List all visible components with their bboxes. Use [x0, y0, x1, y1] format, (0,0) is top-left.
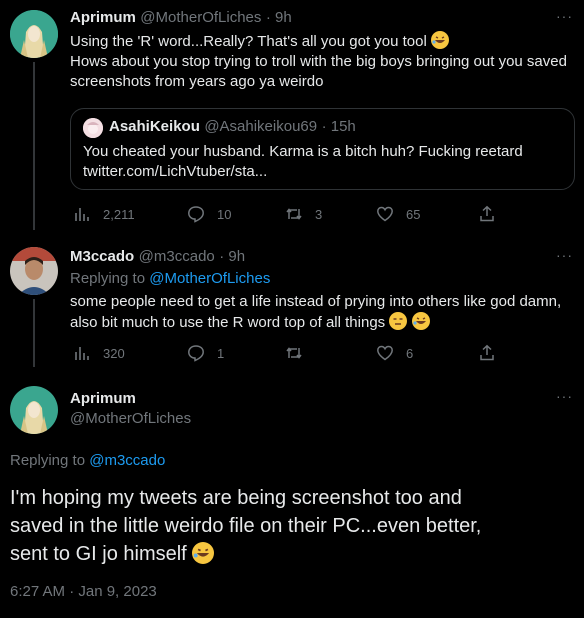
display-name[interactable]: Aprimum	[70, 390, 136, 407]
like-button[interactable]: 65	[376, 205, 420, 223]
thread-connector	[33, 299, 35, 367]
reply-count: 1	[217, 345, 225, 361]
reply-button[interactable]: 10	[187, 205, 231, 223]
tweet-text-line: I'm hoping my tweets are being screensho…	[10, 487, 462, 509]
retweet-icon	[286, 347, 302, 359]
views-icon	[75, 347, 89, 360]
timestamp[interactable]: · 9h	[219, 248, 245, 265]
like-count: 65	[406, 206, 421, 222]
handle[interactable]: @m3ccado	[139, 248, 215, 265]
views-button[interactable]: 2,211	[73, 205, 135, 223]
heart-icon	[377, 345, 393, 361]
share-icon	[480, 344, 494, 361]
timestamp[interactable]: · 9h	[266, 9, 292, 26]
share-icon	[480, 205, 494, 222]
more-options-button[interactable]: ···	[556, 8, 573, 24]
tweet2-text: some people need to get a life instead o…	[70, 292, 582, 333]
retweet-button[interactable]: 3	[285, 205, 322, 223]
reply-count: 10	[217, 206, 232, 222]
replying-prefix: Replying to	[10, 452, 86, 469]
avatar-aprimum[interactable]	[10, 10, 58, 58]
share-button[interactable]	[478, 344, 508, 362]
tweet1-header: Aprimum @MotherOfLiches · 9h	[70, 9, 292, 27]
replying-prefix: Replying to	[70, 270, 146, 287]
reply-button[interactable]: 1	[187, 344, 224, 362]
rolling-laughing-emoji	[411, 312, 430, 330]
handle[interactable]: @MotherOfLiches	[140, 9, 261, 26]
tweet-text-line: saved in the little weirdo file on their…	[10, 515, 482, 537]
views-count: 2,211	[103, 206, 135, 222]
post-timestamp[interactable]: 6:27 AM · Jan 9, 2023	[10, 583, 157, 600]
retweet-icon	[286, 208, 302, 220]
avatar-image	[10, 247, 58, 295]
reply-icon	[188, 345, 204, 362]
rolling-laughing-emoji	[192, 542, 215, 564]
quoted-display-name: AsahiKeikou	[109, 118, 200, 135]
like-button[interactable]: 6	[376, 344, 413, 362]
replying-to: Replying to @MotherOfLiches	[70, 270, 270, 287]
display-name[interactable]: M3ccado	[70, 248, 134, 265]
views-button[interactable]: 320	[73, 344, 125, 362]
avatar-m3ccado[interactable]	[10, 247, 58, 295]
thread-connector	[33, 62, 35, 230]
tweet-text-line: some people need to get a life instead o…	[70, 293, 562, 310]
tweet2-header: M3ccado @m3ccado · 9h	[70, 248, 245, 266]
like-count: 6	[406, 345, 414, 361]
main-tweet-text: I'm hoping my tweets are being screensho…	[10, 484, 580, 568]
quoted-avatar	[83, 118, 103, 138]
replying-to-link[interactable]: @m3ccado	[89, 452, 165, 469]
tweet1-text: Using the 'R' word...Really? That's all …	[70, 31, 580, 92]
replying-to: Replying to @m3ccado	[10, 452, 165, 469]
handle[interactable]: @MotherOfLiches	[70, 410, 191, 427]
quoted-text: You cheated your husband. Karma is a bit…	[83, 143, 523, 160]
share-button[interactable]	[478, 205, 508, 223]
views-count: 320	[103, 345, 125, 361]
more-options-button[interactable]: ···	[556, 388, 573, 404]
retweet-button[interactable]	[285, 344, 315, 362]
quoted-link[interactable]: twitter.com/LichVtuber/sta...	[83, 162, 267, 182]
rolling-laughing-emoji	[431, 31, 450, 49]
tweet-text-line: sent to GI jo himself	[10, 543, 187, 565]
avatar-image	[10, 10, 58, 58]
more-options-button[interactable]: ···	[556, 247, 573, 263]
quoted-tweet-card[interactable]: AsahiKeikou @Asahikeikou69 · 15h You che…	[70, 108, 575, 190]
tweet-text-line: Using the 'R' word...Really? That's all …	[70, 33, 427, 50]
quoted-handle: @Asahikeikou69	[204, 118, 318, 135]
expressionless-emoji	[389, 312, 408, 330]
tweet-text-line: screenshots from years ago ya weirdo	[70, 73, 324, 90]
views-icon	[75, 208, 89, 221]
avatar-image	[10, 386, 58, 434]
quoted-header: AsahiKeikou @Asahikeikou69 · 15h	[109, 118, 356, 136]
replying-to-link[interactable]: @MotherOfLiches	[149, 270, 270, 287]
avatar-aprimum[interactable]	[10, 386, 58, 434]
reply-icon	[188, 206, 204, 223]
heart-icon	[377, 206, 393, 222]
tweet-text-line: also bit much to use the R word top of a…	[70, 314, 386, 331]
tweet-text-line: Hows about you stop trying to troll with…	[70, 53, 567, 70]
retweet-count: 3	[315, 206, 323, 222]
quoted-time: · 15h	[321, 118, 356, 135]
display-name[interactable]: Aprimum	[70, 9, 136, 26]
